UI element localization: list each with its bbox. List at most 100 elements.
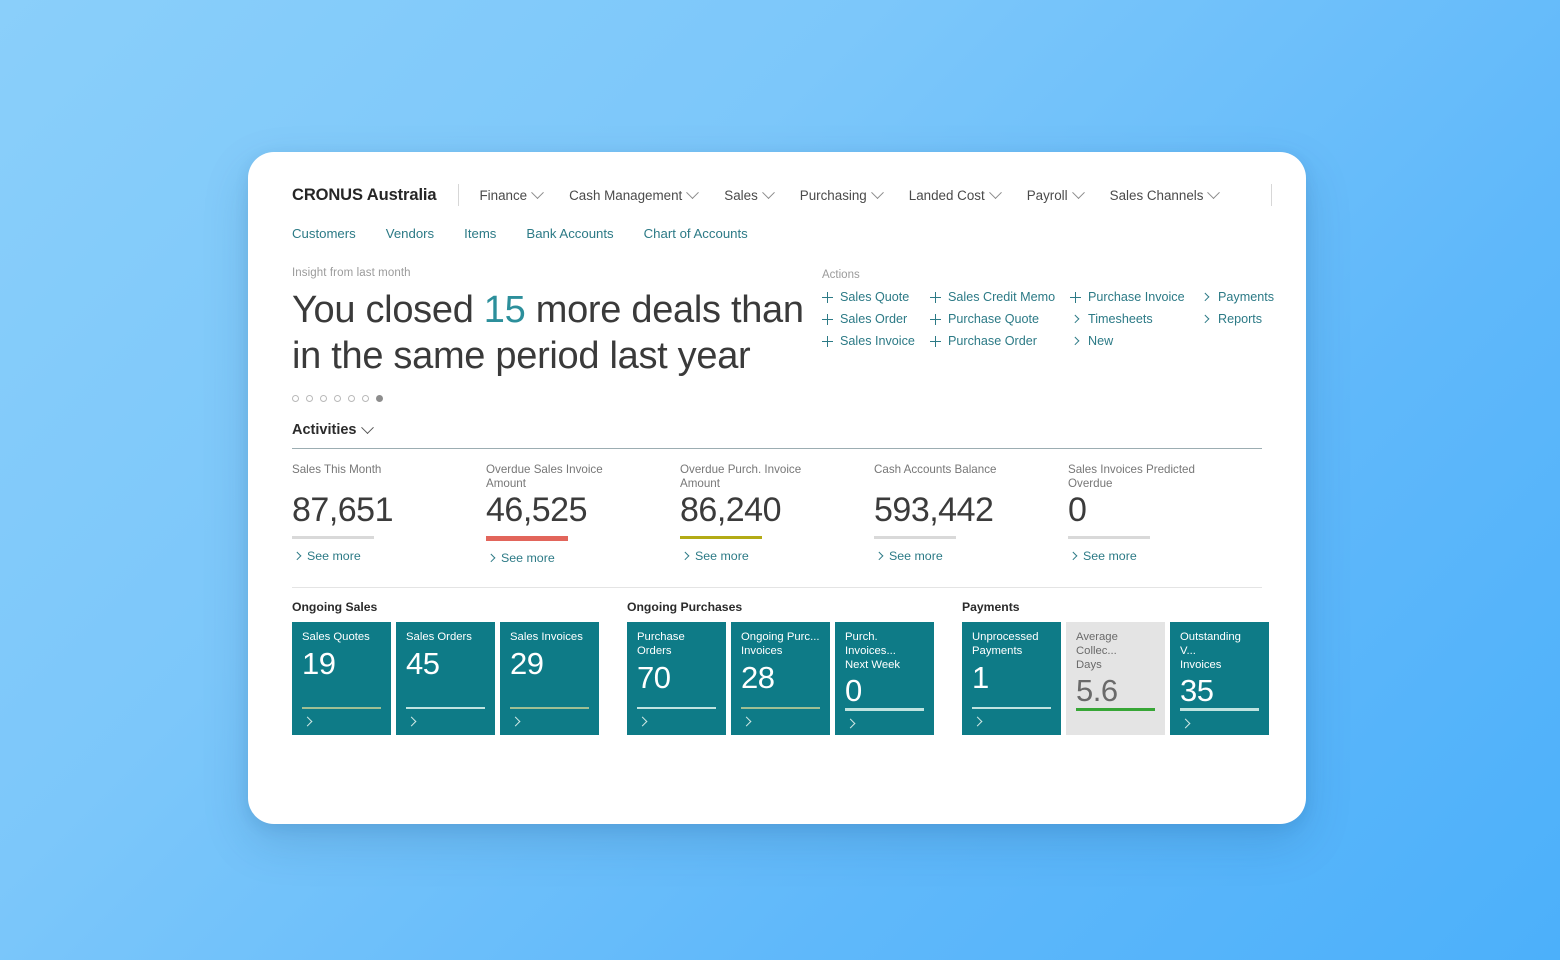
tile-value: 35 — [1180, 673, 1214, 709]
application-content: CRONUS Australia Finance Cash Management… — [248, 152, 1306, 824]
action-label: Sales Invoice — [840, 334, 915, 348]
tile-label: Unprocessed Payments — [972, 631, 1039, 657]
plus-icon — [930, 313, 941, 325]
plus-icon — [822, 313, 833, 325]
tile-sales-invoices[interactable]: Sales Invoices 29 — [500, 622, 599, 736]
subnav-item-items[interactable]: Items — [464, 226, 496, 241]
action-purchase-order[interactable]: Purchase Order — [930, 334, 1070, 348]
tile-indicator-bar — [741, 706, 820, 710]
tile-label: Outstanding V... Invoices — [1180, 631, 1241, 671]
see-more-label: See more — [1083, 549, 1137, 564]
insight-highlight-number: 15 — [483, 289, 526, 331]
cue-indicator-bar — [486, 536, 568, 542]
chevron-right-icon — [680, 551, 691, 562]
chevron-right-icon[interactable] — [637, 716, 648, 727]
action-payments[interactable]: Payments — [1200, 290, 1290, 304]
nav-item-landed-cost[interactable]: Landed Cost — [908, 185, 1002, 203]
nav-item-cash-management[interactable]: Cash Management — [569, 185, 700, 203]
tile-label: Purch. Invoices... Next Week — [845, 631, 901, 671]
activities-header[interactable]: Activities — [292, 420, 1262, 438]
cue-value: 593,442 — [874, 491, 994, 530]
cue-label: Sales This Month — [292, 463, 382, 477]
tile-label: Ongoing Purc... Invoices — [741, 631, 820, 657]
see-more-link[interactable]: See more — [292, 549, 464, 563]
chevron-right-icon[interactable] — [302, 716, 313, 727]
action-purchase-invoice[interactable]: Purchase Invoice — [1070, 290, 1200, 304]
action-purchase-quote[interactable]: Purchase Quote — [930, 312, 1070, 326]
tile-unprocessed-payments[interactable]: Unprocessed Payments 1 — [962, 622, 1061, 736]
nav-item-label: Landed Cost — [908, 187, 985, 203]
tile-value: 1 — [972, 659, 989, 695]
action-label: Sales Order — [840, 312, 908, 326]
cue-cash-accounts-balance: Cash Accounts Balance 593,442 See more — [874, 463, 1068, 565]
subnav-item-vendors[interactable]: Vendors — [386, 226, 434, 241]
chevron-down-icon — [1071, 185, 1085, 199]
application-window: CRONUS Australia Finance Cash Management… — [248, 152, 1306, 824]
action-reports[interactable]: Reports — [1200, 312, 1290, 326]
chevron-down-icon — [361, 420, 375, 434]
action-label: Purchase Invoice — [1088, 290, 1185, 304]
subnav-item-chart-of-accounts[interactable]: Chart of Accounts — [644, 226, 748, 241]
tile-purchase-orders[interactable]: Purchase Orders 70 — [627, 622, 726, 736]
carousel-dot[interactable] — [306, 395, 313, 402]
action-timesheets[interactable]: Timesheets — [1070, 312, 1200, 326]
nav-item-finance[interactable]: Finance — [479, 185, 544, 203]
group-title: Ongoing Purchases — [627, 600, 743, 615]
action-sales-credit-memo[interactable]: Sales Credit Memo — [930, 290, 1070, 304]
tile-label: Sales Quotes — [302, 631, 370, 644]
tile-indicator-bar — [510, 706, 589, 710]
tile-sales-quotes[interactable]: Sales Quotes 19 — [292, 622, 391, 736]
cue-label: Sales Invoices Predicted Overdue — [1068, 463, 1195, 491]
cue-indicator-bar — [680, 536, 762, 540]
tile-outstanding-vendor-invoices[interactable]: Outstanding V... Invoices 35 — [1170, 622, 1269, 736]
carousel-dot[interactable] — [292, 395, 299, 402]
see-more-link[interactable]: See more — [1068, 549, 1240, 563]
chevron-right-icon — [1200, 314, 1211, 325]
carousel-dot[interactable] — [334, 395, 341, 402]
action-sales-order[interactable]: Sales Order — [822, 312, 930, 326]
see-more-link[interactable]: See more — [680, 549, 852, 563]
carousel-dot-active[interactable] — [376, 395, 383, 402]
action-new[interactable]: New — [1070, 334, 1200, 348]
chevron-right-icon[interactable] — [741, 716, 752, 727]
carousel-dots — [292, 395, 822, 402]
chevron-right-icon — [1070, 314, 1081, 325]
see-more-link[interactable]: See more — [486, 551, 658, 565]
groups-divider — [292, 587, 1262, 589]
chevron-right-icon[interactable] — [1180, 718, 1191, 728]
actions-panel: Actions Sales Quote Sales Order Sales In… — [822, 267, 1290, 402]
cue-value: 86,240 — [680, 491, 782, 530]
chevron-down-icon — [1207, 185, 1221, 199]
nav-item-label: Cash Management — [569, 187, 683, 203]
nav-item-sales[interactable]: Sales — [724, 185, 775, 203]
chevron-right-icon[interactable] — [972, 716, 983, 727]
chevron-right-icon[interactable] — [845, 718, 856, 728]
action-sales-invoice[interactable]: Sales Invoice — [822, 334, 930, 348]
actions-column-3: Purchase Invoice Timesheets New — [1070, 290, 1200, 348]
tile-purch-invoices-next-week[interactable]: Purch. Invoices... Next Week 0 — [835, 622, 934, 736]
see-more-link[interactable]: See more — [874, 549, 1046, 563]
actions-column-1: Sales Quote Sales Order Sales Invoice — [822, 290, 930, 348]
nav-item-sales-channels[interactable]: Sales Channels — [1110, 185, 1221, 203]
action-label: Reports — [1218, 312, 1263, 326]
carousel-dot[interactable] — [320, 395, 327, 402]
tile-list: Purchase Orders 70 Ongoing Purc... Invoi… — [627, 622, 934, 736]
carousel-dot[interactable] — [348, 395, 355, 402]
plus-icon — [930, 335, 941, 347]
tile-label: Average Collec... Days — [1076, 631, 1118, 671]
subnav-item-bank-accounts[interactable]: Bank Accounts — [526, 226, 613, 241]
action-label: Payments — [1218, 290, 1274, 304]
chevron-down-icon — [988, 185, 1002, 199]
tile-ongoing-purchase-invoices[interactable]: Ongoing Purc... Invoices 28 — [731, 622, 830, 736]
nav-item-purchasing[interactable]: Purchasing — [800, 185, 884, 203]
chevron-right-icon[interactable] — [406, 716, 417, 727]
secondary-navigation-bar: Customers Vendors Items Bank Accounts Ch… — [292, 226, 1262, 241]
subnav-item-customers[interactable]: Customers — [292, 226, 356, 241]
activities-title: Activities — [292, 422, 357, 438]
chevron-right-icon[interactable] — [510, 716, 521, 727]
action-sales-quote[interactable]: Sales Quote — [822, 290, 930, 304]
nav-item-payroll[interactable]: Payroll — [1027, 185, 1085, 203]
tile-sales-orders[interactable]: Sales Orders 45 — [396, 622, 495, 736]
tile-label: Purchase Orders — [637, 631, 685, 657]
carousel-dot[interactable] — [362, 395, 369, 402]
